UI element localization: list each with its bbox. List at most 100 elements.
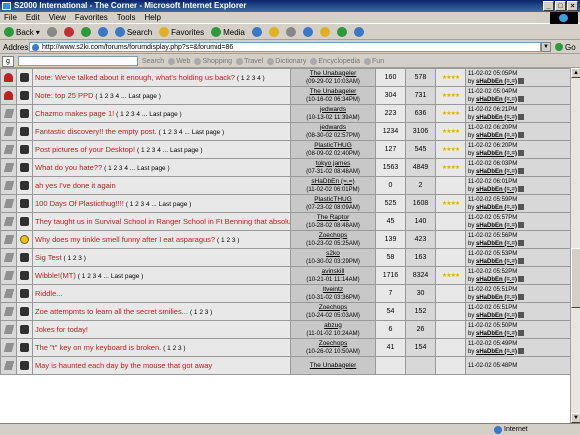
thread-pages[interactable]: ( 1 2 3 4 ) bbox=[237, 75, 265, 82]
go-to-last-post-icon[interactable] bbox=[518, 167, 525, 174]
thread-pages[interactable]: ( 1 2 3 ) bbox=[217, 237, 239, 244]
thread-author-link[interactable]: ltveintz bbox=[293, 286, 373, 294]
menu-tools[interactable]: Tools bbox=[117, 12, 136, 23]
last-poster-link[interactable]: sHaDbEn (=.=) bbox=[476, 97, 517, 103]
thread-title-link[interactable]: Chazmo makes page 1! bbox=[35, 109, 114, 118]
thread-title-link[interactable]: Zoe attempmts to learn all the secret sm… bbox=[35, 307, 188, 316]
thread-pages[interactable]: ( 1 2 3 4 ... bbox=[137, 147, 168, 154]
search-logo-icon[interactable]: g bbox=[2, 55, 14, 67]
menu-favorites[interactable]: Favorites bbox=[75, 12, 108, 23]
thread-title-link[interactable]: They taught us in Survival School in Ran… bbox=[35, 217, 290, 226]
go-to-last-post-icon[interactable] bbox=[518, 311, 525, 318]
thread-author-link[interactable]: The Raptor bbox=[293, 214, 373, 222]
go-to-last-post-icon[interactable] bbox=[518, 257, 525, 264]
thread-pages[interactable]: ( 1 2 3 ) bbox=[64, 255, 86, 262]
last-poster-link[interactable]: sHaDbEn (=.=) bbox=[476, 295, 517, 301]
home-button[interactable] bbox=[96, 26, 110, 39]
last-poster-link[interactable]: sHaDbEn (=.=) bbox=[476, 331, 517, 337]
go-to-last-post-icon[interactable] bbox=[518, 113, 525, 120]
toolbar-encyclopedia-button[interactable]: Encyclopedia bbox=[310, 57, 360, 65]
close-button[interactable]: × bbox=[567, 1, 578, 11]
last-poster-link[interactable]: sHaDbEn (=.=) bbox=[476, 241, 517, 247]
thread-author-link[interactable]: jedwards bbox=[293, 124, 373, 132]
thread-pages[interactable]: ( 1 2 3 4 ... bbox=[116, 111, 147, 118]
thread-author-link[interactable]: Zoechops bbox=[293, 304, 373, 312]
discuss-button[interactable] bbox=[318, 26, 332, 39]
thread-pages[interactable]: ( 1 2 3 4 ... bbox=[159, 129, 190, 136]
thread-title-link[interactable]: Post pictures of your Desktop! bbox=[35, 145, 135, 154]
last-page-link[interactable]: Last page ) bbox=[149, 111, 182, 118]
go-to-last-post-icon[interactable] bbox=[518, 185, 525, 192]
go-to-last-post-icon[interactable] bbox=[518, 239, 525, 246]
go-to-last-post-icon[interactable] bbox=[518, 293, 525, 300]
thread-author-link[interactable]: Zoechops bbox=[293, 340, 373, 348]
thread-author-link[interactable]: abzug bbox=[293, 322, 373, 330]
thread-title-link[interactable]: The "t" key on my keyboard is broken. bbox=[35, 343, 161, 352]
thread-author-link[interactable]: The Unabageler bbox=[293, 88, 373, 96]
forward-button[interactable] bbox=[45, 26, 59, 39]
thread-author-link[interactable]: avinskill bbox=[293, 268, 373, 276]
go-to-last-post-icon[interactable] bbox=[518, 77, 525, 84]
last-poster-link[interactable]: sHaDbEn (=.=) bbox=[476, 133, 517, 139]
address-input[interactable]: http://www.s2ki.com/forums/forumdisplay.… bbox=[29, 42, 541, 52]
go-to-last-post-icon[interactable] bbox=[518, 347, 525, 354]
thread-title-link[interactable]: Note: We've talked about it enough, what… bbox=[35, 73, 235, 82]
scroll-down-button[interactable]: ▼ bbox=[571, 413, 580, 423]
thread-title-link[interactable]: Why does my tinkle smell funny after I e… bbox=[35, 235, 215, 244]
last-poster-link[interactable]: sHaDbEn (=.=) bbox=[476, 115, 517, 121]
edit-button[interactable] bbox=[301, 26, 315, 39]
toolbar-dictionary-button[interactable]: Dictionary bbox=[267, 57, 306, 65]
scroll-up-button[interactable]: ▲ bbox=[571, 68, 580, 78]
last-page-link[interactable]: Last page ) bbox=[192, 129, 225, 136]
toolbar-fun-button[interactable]: Fun bbox=[364, 57, 384, 65]
thread-author-link[interactable]: Zoechops bbox=[293, 232, 373, 240]
thread-pages[interactable]: ( 1 2 3 ) bbox=[163, 345, 185, 352]
go-button[interactable]: Go bbox=[555, 43, 576, 52]
back-button[interactable]: Back ▾ bbox=[2, 26, 42, 39]
thread-pages[interactable]: ( 1 2 3 4 ... bbox=[104, 165, 135, 172]
last-poster-link[interactable]: sHaDbEn (=.=) bbox=[476, 349, 517, 355]
go-to-last-post-icon[interactable] bbox=[518, 329, 525, 336]
media-button[interactable]: Media bbox=[209, 26, 247, 39]
go-to-last-post-icon[interactable] bbox=[518, 221, 525, 228]
thread-title-link[interactable]: ah yes I've done it again bbox=[35, 181, 116, 190]
go-to-last-post-icon[interactable] bbox=[518, 203, 525, 210]
messenger-button[interactable] bbox=[335, 26, 349, 39]
thread-author-link[interactable]: tokyo james bbox=[293, 160, 373, 168]
thread-pages[interactable]: ( 1 2 3 ) bbox=[190, 309, 212, 316]
last-poster-link[interactable]: sHaDbEn (=.=) bbox=[476, 169, 517, 175]
history-button[interactable] bbox=[250, 26, 264, 39]
minimize-button[interactable]: _ bbox=[543, 1, 554, 11]
maximize-button[interactable]: □ bbox=[555, 1, 566, 11]
thread-pages[interactable]: ( 1 2 3 4 ... bbox=[95, 93, 126, 100]
thread-title-link[interactable]: Wibble!(MT) bbox=[35, 271, 76, 280]
thread-title-link[interactable]: Fantastic discovery!! the empty post. bbox=[35, 127, 157, 136]
thread-author-link[interactable]: s2ko bbox=[293, 250, 373, 258]
last-poster-link[interactable]: sHaDbEn (=.=) bbox=[476, 205, 517, 211]
last-poster-link[interactable]: sHaDbEn (=.=) bbox=[476, 151, 517, 157]
favorites-button[interactable]: Favorites bbox=[157, 26, 206, 39]
toolbar-travel-button[interactable]: Travel bbox=[236, 57, 263, 65]
print-button[interactable] bbox=[284, 26, 298, 39]
last-page-link[interactable]: Last page ) bbox=[159, 201, 192, 208]
last-poster-link[interactable]: sHaDbEn (=.=) bbox=[476, 223, 517, 229]
toolbar-web-button[interactable]: Web bbox=[168, 57, 190, 65]
last-page-link[interactable]: Last page ) bbox=[170, 147, 203, 154]
thread-author-link[interactable]: PlasticTHUG bbox=[293, 142, 373, 150]
last-page-link[interactable]: Last page ) bbox=[137, 165, 170, 172]
menu-help[interactable]: Help bbox=[144, 12, 160, 23]
thread-title-link[interactable]: May is haunted each day by the mouse tha… bbox=[35, 361, 212, 370]
thread-title-link[interactable]: Riddle... bbox=[35, 289, 63, 298]
go-to-last-post-icon[interactable] bbox=[518, 275, 525, 282]
research-button[interactable] bbox=[352, 26, 366, 39]
menu-view[interactable]: View bbox=[49, 12, 66, 23]
thread-pages[interactable]: ( 1 2 3 4 ... bbox=[126, 201, 157, 208]
thread-author-link[interactable]: The Unabageler bbox=[293, 362, 373, 370]
toolbar-search-button[interactable]: Search bbox=[142, 58, 164, 65]
search-button[interactable]: Search bbox=[113, 26, 154, 39]
thread-pages[interactable]: ( 1 2 3 4 ... bbox=[78, 273, 109, 280]
last-poster-link[interactable]: sHaDbEn (=.=) bbox=[476, 313, 517, 319]
last-poster-link[interactable]: sHaDbEn (=.=) bbox=[476, 259, 517, 265]
last-page-link[interactable]: Last page ) bbox=[111, 273, 144, 280]
thread-author-link[interactable]: jedwards bbox=[293, 106, 373, 114]
